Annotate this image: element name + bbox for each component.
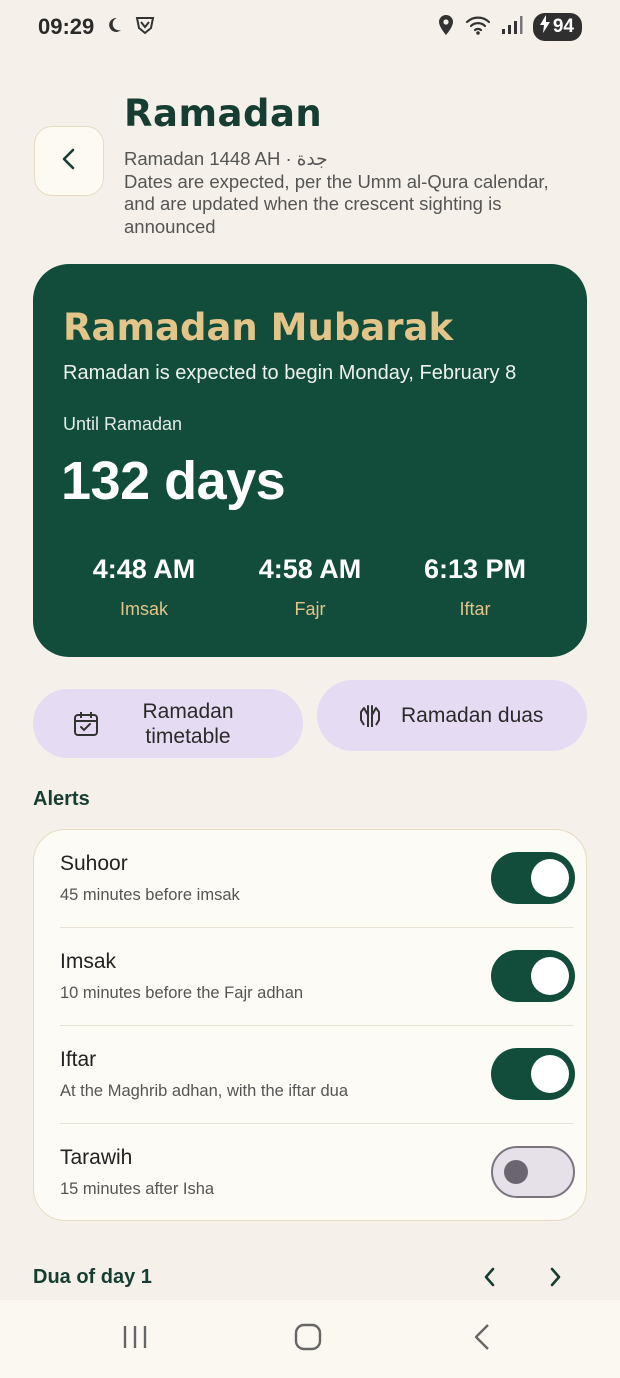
alert-suhoor[interactable]: Suhoor 45 minutes before imsak bbox=[34, 830, 588, 928]
alerts-heading: Alerts bbox=[33, 788, 90, 810]
hero-title: Ramadan Mubarak bbox=[63, 306, 454, 349]
ramadan-countdown-card: Ramadan Mubarak Ramadan is expected to b… bbox=[33, 264, 587, 657]
battery-level: 94 bbox=[552, 16, 574, 37]
time-fajr: 4:58 AM Fajr bbox=[230, 554, 390, 620]
imsak-toggle[interactable] bbox=[491, 950, 575, 1002]
alert-title: Iftar bbox=[60, 1048, 97, 1071]
button-label: Ramadan timetable bbox=[142, 700, 234, 748]
chevron-left-icon bbox=[482, 1266, 498, 1293]
back-arrow-icon bbox=[472, 1323, 492, 1356]
ramadan-timetable-button[interactable]: Ramadan timetable bbox=[33, 689, 303, 758]
alert-iftar[interactable]: Iftar At the Maghrib adhan, with the ift… bbox=[34, 1026, 588, 1124]
tarawih-toggle[interactable] bbox=[491, 1146, 575, 1198]
time-value: 4:58 AM bbox=[258, 554, 362, 584]
alert-description: 45 minutes before imsak bbox=[60, 886, 240, 904]
home-button[interactable] bbox=[288, 1322, 328, 1356]
time-label: Fajr bbox=[294, 599, 326, 619]
system-back-button[interactable] bbox=[462, 1322, 502, 1356]
alert-imsak[interactable]: Imsak 10 minutes before the Fajr adhan bbox=[34, 928, 588, 1026]
alert-description: 10 minutes before the Fajr adhan bbox=[60, 984, 304, 1002]
calendar-check-icon bbox=[73, 711, 99, 742]
page-subtitle: Ramadan 1448 AH · جدة Dates are expected… bbox=[124, 148, 584, 238]
until-label: Until Ramadan bbox=[63, 414, 183, 434]
alert-title: Suhoor bbox=[60, 852, 128, 875]
previous-dua-button[interactable] bbox=[475, 1264, 505, 1294]
dua-heading: Dua of day 1 bbox=[33, 1266, 152, 1288]
shield-icon bbox=[134, 14, 156, 41]
time-value: 4:48 AM bbox=[92, 554, 196, 584]
recents-icon bbox=[121, 1324, 149, 1355]
alert-description: 15 minutes after Isha bbox=[60, 1180, 215, 1198]
alert-title: Tarawih bbox=[60, 1146, 133, 1169]
praying-hands-icon bbox=[357, 703, 383, 734]
status-time: 09:29 bbox=[38, 14, 95, 39]
hijri-year-location: Ramadan 1448 AH · جدة bbox=[124, 148, 328, 169]
chevron-right-icon bbox=[547, 1266, 563, 1293]
system-nav-bar bbox=[0, 1300, 620, 1378]
suhoor-toggle[interactable] bbox=[491, 852, 575, 904]
time-label: Imsak bbox=[119, 599, 168, 619]
dua-of-day-header: Dua of day 1 bbox=[0, 1262, 620, 1298]
button-label: Ramadan duas bbox=[401, 704, 544, 727]
alert-title: Imsak bbox=[60, 950, 117, 973]
recents-button[interactable] bbox=[115, 1322, 155, 1356]
bolt-icon bbox=[539, 15, 551, 39]
signal-icon bbox=[501, 15, 523, 40]
alert-tarawih[interactable]: Tarawih 15 minutes after Isha bbox=[34, 1124, 588, 1222]
time-imsak: 4:48 AM Imsak bbox=[64, 554, 224, 620]
location-icon bbox=[437, 14, 455, 41]
page-title: Ramadan bbox=[124, 92, 323, 135]
prayer-times-row: 4:48 AM Imsak 4:58 AM Fajr 6:13 PM Iftar bbox=[33, 554, 587, 624]
ramadan-duas-button[interactable]: Ramadan duas bbox=[317, 680, 587, 751]
hero-subtitle: Ramadan is expected to begin Monday, Feb… bbox=[63, 362, 517, 384]
back-button[interactable] bbox=[34, 126, 104, 196]
chevron-left-icon bbox=[59, 147, 79, 176]
alerts-card: Suhoor 45 minutes before imsak Imsak 10 … bbox=[33, 829, 587, 1221]
home-icon bbox=[294, 1323, 322, 1356]
countdown-days: 132 days bbox=[61, 451, 286, 511]
time-label: Iftar bbox=[459, 599, 491, 619]
battery-indicator: 94 bbox=[532, 13, 582, 41]
wifi-icon bbox=[465, 14, 491, 41]
time-iftar: 6:13 PM Iftar bbox=[395, 554, 555, 620]
alert-description: At the Maghrib adhan, with the iftar dua bbox=[60, 1082, 349, 1100]
calendar-note: Dates are expected, per the Umm al-Qura … bbox=[124, 170, 549, 237]
status-bar: 09:29 94 bbox=[0, 0, 620, 54]
moon-icon bbox=[104, 15, 124, 40]
time-value: 6:13 PM bbox=[423, 554, 527, 584]
next-dua-button[interactable] bbox=[540, 1264, 570, 1294]
iftar-toggle[interactable] bbox=[491, 1048, 575, 1100]
